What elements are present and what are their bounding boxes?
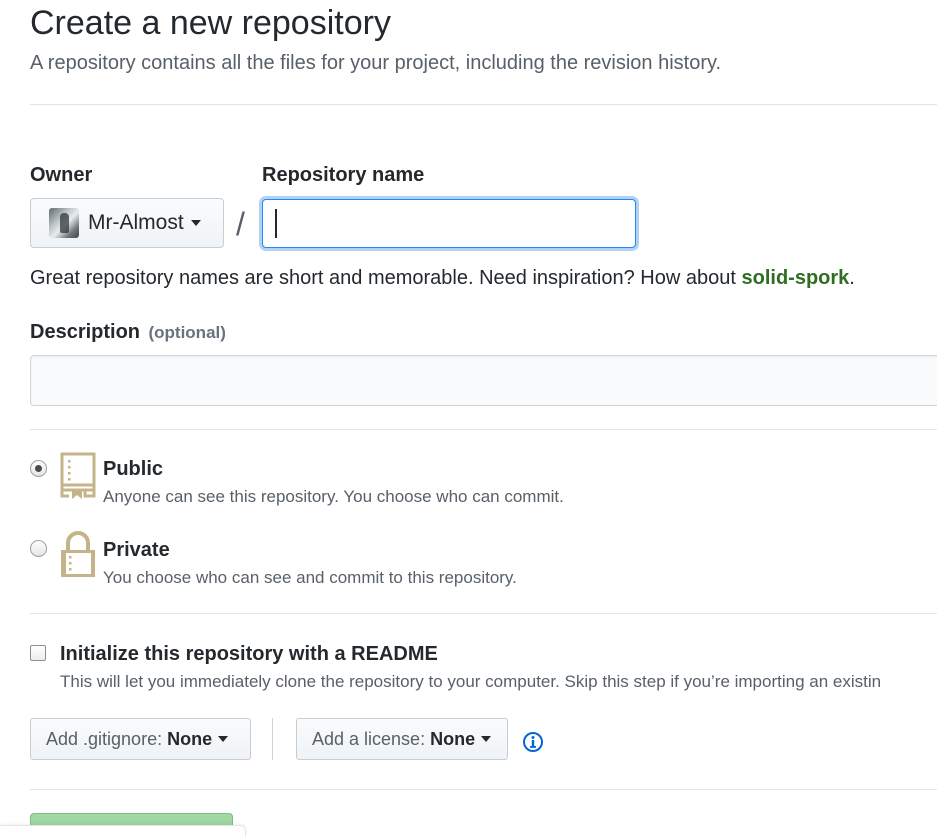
readme-checkbox[interactable] <box>30 645 46 661</box>
repo-book-icon <box>59 452 97 500</box>
owner-select-button[interactable]: Mr-Almost <box>30 198 224 248</box>
description-divider <box>30 429 937 430</box>
public-label: Public <box>103 458 164 480</box>
private-radio[interactable] <box>30 540 47 557</box>
description-label: Description <box>30 321 141 343</box>
select-separator <box>272 718 273 760</box>
chevron-down-icon <box>218 736 229 742</box>
options-divider <box>30 789 937 790</box>
license-value: None <box>430 728 476 749</box>
description-input[interactable] <box>30 355 937 406</box>
owner-repo-separator: / <box>236 206 245 242</box>
name-suggestion-link[interactable]: solid-spork <box>741 267 849 289</box>
overlay-edge <box>0 825 246 837</box>
visibility-divider <box>30 613 937 614</box>
owner-name: Mr-Almost <box>88 211 184 234</box>
optional-hint: (optional) <box>148 323 226 342</box>
public-description: Anyone can see this repository. You choo… <box>103 487 564 506</box>
hint-period: . <box>849 267 855 289</box>
license-prefix: Add a license: <box>312 728 426 749</box>
repository-name-input[interactable] <box>262 199 636 248</box>
hint-text: Great repository names are short and mem… <box>30 267 742 289</box>
description-label-group: Description (optional) <box>30 320 226 344</box>
new-repository-page: Create a new repository A repository con… <box>0 0 937 837</box>
text-cursor <box>275 209 277 238</box>
lock-icon <box>59 531 97 579</box>
owner-label: Owner <box>30 164 93 186</box>
gitignore-value: None <box>167 728 213 749</box>
avatar <box>49 208 79 238</box>
public-radio[interactable] <box>30 460 47 477</box>
gitignore-prefix: Add .gitignore: <box>46 728 163 749</box>
page-title: Create a new repository <box>30 4 391 42</box>
private-description: You choose who can see and commit to thi… <box>103 568 517 587</box>
license-select-button[interactable]: Add a license: None <box>296 718 508 760</box>
readme-description: This will let you immediately clone the … <box>60 672 882 691</box>
gitignore-select-button[interactable]: Add .gitignore: None <box>30 718 251 760</box>
chevron-down-icon <box>481 736 492 742</box>
page-subtitle: A repository contains all the files for … <box>30 52 722 74</box>
header-divider <box>30 104 937 105</box>
repository-name-label: Repository name <box>262 164 425 186</box>
chevron-down-icon <box>190 220 201 226</box>
readme-label: Initialize this repository with a README <box>60 643 438 665</box>
info-icon[interactable] <box>522 731 544 753</box>
name-hint: Great repository names are short and mem… <box>30 265 855 291</box>
private-label: Private <box>103 539 170 561</box>
